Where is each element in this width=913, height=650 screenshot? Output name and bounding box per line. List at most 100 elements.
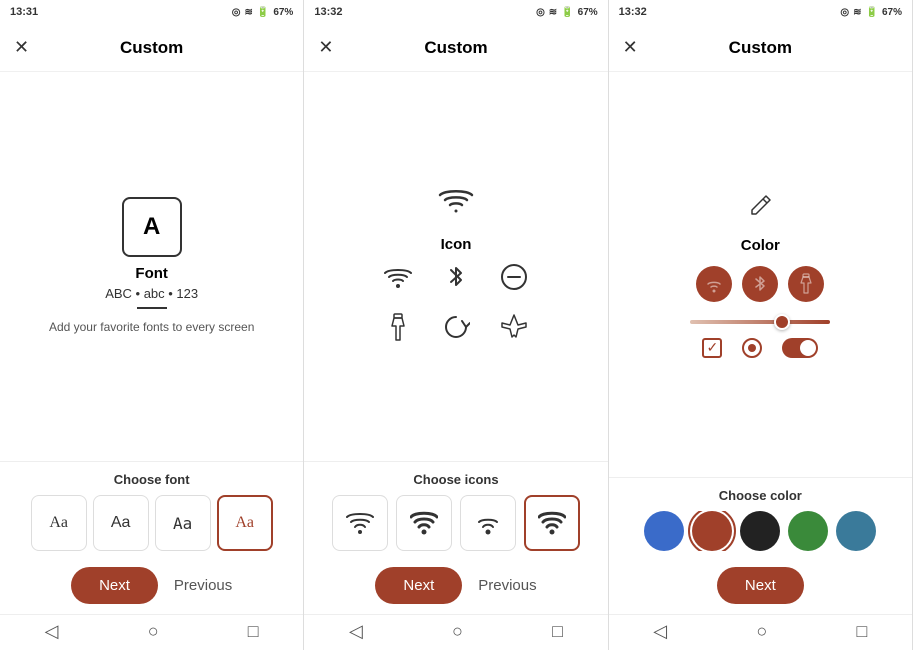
signal-icon: ◎: [232, 7, 241, 18]
main-content-icon: Icon: [304, 72, 607, 461]
close-button-1[interactable]: ✕: [14, 37, 29, 58]
color-slider[interactable]: [690, 314, 830, 330]
font-option-mono[interactable]: Aa: [155, 495, 211, 551]
icon-opt-wifi-1[interactable]: [332, 495, 388, 551]
nav-recent-3[interactable]: □: [856, 621, 867, 642]
color-opt-green[interactable]: [788, 511, 828, 551]
font-option-sans[interactable]: Aa: [93, 495, 149, 551]
wifi-icon-status: ≋: [244, 7, 252, 18]
previous-button-icon[interactable]: Previous: [478, 577, 536, 594]
color-opt-blue[interactable]: [644, 511, 684, 551]
font-sample-text: ABC • abc • 123: [105, 286, 198, 301]
panel-icon: 13:32 ◎ ≋ 🔋 67% ✕ Custom Icon: [304, 0, 608, 650]
action-buttons-color: Next: [617, 561, 904, 610]
font-letter-icon: A: [143, 213, 160, 241]
icon-minus: [500, 263, 528, 298]
battery-icon-3: 🔋: [866, 7, 878, 18]
wifi-icon-status-3: ≋: [853, 7, 861, 18]
choose-color-title: Choose color: [617, 488, 904, 503]
color-picker-icon: [746, 192, 774, 227]
icon-opt-wifi-3[interactable]: [460, 495, 516, 551]
color-circle-bt: [742, 266, 778, 302]
icon-torch: [387, 312, 409, 349]
icon-opt-wifi-2[interactable]: [396, 495, 452, 551]
color-section: Color: [619, 192, 902, 358]
close-button-3[interactable]: ✕: [623, 37, 638, 58]
icon-section: Icon: [376, 184, 536, 349]
panel-font: 13:31 ◎ ≋ 🔋 67% ✕ Custom A Font ABC • ab…: [0, 0, 304, 650]
status-bar-2: 13:32 ◎ ≋ 🔋 67%: [304, 0, 607, 24]
icon-options-row: [312, 495, 599, 551]
toggle-knob: [800, 340, 816, 356]
bottom-section-color: Choose color Next: [609, 477, 912, 614]
icon-opt-wifi-4[interactable]: [524, 495, 580, 551]
icon-preview-wifi: [436, 184, 476, 226]
next-button-icon[interactable]: Next: [375, 567, 462, 604]
status-icons-2: ◎ ≋ 🔋 67%: [536, 7, 598, 18]
nav-bar-3: ◁ ○ □: [609, 614, 912, 650]
font-icon-box: A: [122, 197, 182, 257]
font-options-row: Aa Aa Aa Aa: [8, 495, 295, 551]
radio-control[interactable]: [742, 338, 762, 358]
nav-home-2[interactable]: ○: [452, 621, 463, 642]
choose-font-title: Choose font: [8, 472, 295, 487]
battery-icon-2: 🔋: [561, 7, 573, 18]
main-content-font: A Font ABC • abc • 123 Add your favorite…: [0, 72, 303, 461]
nav-back-2[interactable]: ◁: [349, 621, 363, 642]
top-bar-1: ✕ Custom: [0, 24, 303, 72]
close-button-2[interactable]: ✕: [318, 37, 333, 58]
font-option-cursive[interactable]: Aa: [217, 495, 273, 551]
checkbox-check-mark: ✓: [706, 339, 718, 356]
status-bar-3: 13:32 ◎ ≋ 🔋 67%: [609, 0, 912, 24]
toggle-control[interactable]: [782, 338, 818, 358]
radio-dot: [748, 344, 756, 352]
icon-rotate: [442, 313, 470, 348]
action-buttons-icon: Next Previous: [312, 561, 599, 610]
nav-back-1[interactable]: ◁: [45, 621, 59, 642]
status-time-2: 13:32: [314, 6, 342, 18]
bottom-section-icon: Choose icons: [304, 461, 607, 614]
next-button-color[interactable]: Next: [717, 567, 804, 604]
font-section-label: Font: [135, 265, 167, 282]
icon-bluetooth: [446, 263, 466, 298]
next-button-font[interactable]: Next: [71, 567, 158, 604]
status-icons-3: ◎ ≋ 🔋 67%: [840, 7, 902, 18]
color-circles-row: [696, 266, 824, 302]
nav-home-3[interactable]: ○: [756, 621, 767, 642]
status-bar-1: 13:31 ◎ ≋ 🔋 67%: [0, 0, 303, 24]
nav-recent-2[interactable]: □: [552, 621, 563, 642]
color-options-row: [617, 511, 904, 551]
wifi-icon-status-2: ≋: [549, 7, 557, 18]
color-circle-torch: [788, 266, 824, 302]
checkbox-control[interactable]: ✓: [702, 338, 722, 358]
battery-icon: 🔋: [257, 7, 269, 18]
icon-wifi: [384, 265, 412, 296]
status-icons-1: ◎ ≋ 🔋 67%: [232, 7, 294, 18]
color-opt-teal[interactable]: [836, 511, 876, 551]
color-opt-black[interactable]: [740, 511, 780, 551]
panel-title-2: Custom: [424, 38, 487, 58]
font-option-serif[interactable]: Aa: [31, 495, 87, 551]
slider-thumb[interactable]: [774, 314, 790, 330]
nav-recent-1[interactable]: □: [248, 621, 259, 642]
battery-percent-3: 67%: [882, 7, 902, 18]
previous-button-font[interactable]: Previous: [174, 577, 232, 594]
icon-airplane: [500, 313, 528, 348]
icon-grid: [376, 263, 536, 349]
signal-icon-3: ◎: [840, 7, 849, 18]
nav-home-1[interactable]: ○: [148, 621, 159, 642]
main-content-color: Color: [609, 72, 912, 477]
top-bar-3: ✕ Custom: [609, 24, 912, 72]
choose-icons-title: Choose icons: [312, 472, 599, 487]
panel-title-3: Custom: [729, 38, 792, 58]
color-opt-brown[interactable]: [692, 511, 732, 551]
top-bar-2: ✕ Custom: [304, 24, 607, 72]
color-section-label: Color: [741, 237, 780, 254]
nav-bar-2: ◁ ○ □: [304, 614, 607, 650]
action-buttons-font: Next Previous: [8, 561, 295, 610]
nav-bar-1: ◁ ○ □: [0, 614, 303, 650]
slider-track: [690, 320, 830, 324]
nav-back-3[interactable]: ◁: [653, 621, 667, 642]
ui-controls-row: ✓: [702, 338, 818, 358]
font-divider: [137, 307, 167, 309]
